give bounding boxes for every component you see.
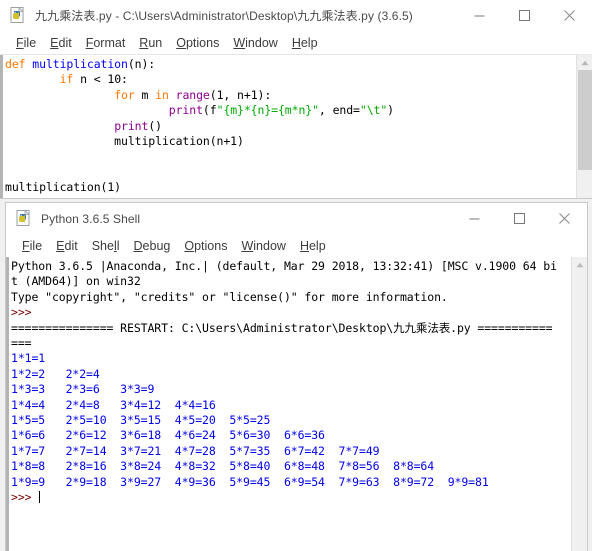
shell-menubar[interactable]: File Edit Shell Debug Options Window Hel… [6, 234, 587, 257]
menu-help[interactable]: Help [285, 36, 325, 50]
close-icon[interactable] [547, 0, 592, 31]
menu-help[interactable]: Help [293, 239, 333, 253]
editor-source-code[interactable]: def multiplication(n): if n < 10: for m … [5, 57, 576, 196]
maximize-icon[interactable] [497, 203, 542, 234]
editor-titlebar[interactable]: 九九乘法表.py - C:\Users\Administrator\Deskto… [0, 0, 592, 31]
desktop-root: 九九乘法表.py - C:\Users\Administrator\Deskto… [0, 0, 592, 551]
menu-file[interactable]: File [15, 239, 49, 253]
shell-window[interactable]: Python 3.6.5 Shell File Edit Shell Debug… [5, 202, 588, 551]
shell-window-controls [452, 203, 587, 234]
editor-code-area[interactable]: def multiplication(n): if n < 10: for m … [0, 55, 576, 198]
shell-title: Python 3.6.5 Shell [41, 211, 141, 226]
editor-menubar[interactable]: File Edit Format Run Options Window Help [0, 31, 592, 54]
python-idle-icon [10, 6, 27, 24]
shell-text-caret [39, 491, 41, 504]
menu-options[interactable]: Options [169, 36, 226, 50]
shell-output-area[interactable]: Python 3.6.5 |Anaconda, Inc.| (default, … [6, 257, 571, 551]
menu-file[interactable]: File [9, 36, 43, 50]
menu-options[interactable]: Options [177, 239, 234, 253]
editor-window-controls [457, 0, 592, 31]
menu-debug[interactable]: Debug [127, 239, 178, 253]
scroll-up-icon[interactable] [572, 257, 587, 272]
editor-text-pane[interactable]: def multiplication(n): if n < 10: for m … [0, 54, 592, 198]
shell-text-pane[interactable]: Python 3.6.5 |Anaconda, Inc.| (default, … [6, 257, 587, 551]
python-idle-icon [16, 209, 33, 227]
menu-window[interactable]: Window [234, 239, 292, 253]
editor-vertical-scrollbar[interactable] [576, 55, 592, 198]
editor-window[interactable]: 九九乘法表.py - C:\Users\Administrator\Deskto… [0, 0, 592, 199]
shell-vertical-scrollbar[interactable] [571, 257, 587, 551]
minimize-icon[interactable] [457, 0, 502, 31]
menu-format[interactable]: Format [79, 36, 133, 50]
menu-shell[interactable]: Shell [85, 239, 127, 253]
menu-window[interactable]: Window [226, 36, 284, 50]
menu-run[interactable]: Run [132, 36, 169, 50]
maximize-icon[interactable] [502, 0, 547, 31]
menu-edit[interactable]: Edit [43, 36, 79, 50]
shell-transcript[interactable]: Python 3.6.5 |Anaconda, Inc.| (default, … [11, 259, 571, 506]
editor-scroll-thumb[interactable] [578, 70, 592, 170]
shell-titlebar[interactable]: Python 3.6.5 Shell [6, 203, 587, 234]
close-icon[interactable] [542, 203, 587, 234]
editor-title: 九九乘法表.py - C:\Users\Administrator\Deskto… [35, 9, 413, 23]
menu-edit[interactable]: Edit [49, 239, 85, 253]
scroll-up-icon[interactable] [577, 55, 592, 70]
minimize-icon[interactable] [452, 203, 497, 234]
